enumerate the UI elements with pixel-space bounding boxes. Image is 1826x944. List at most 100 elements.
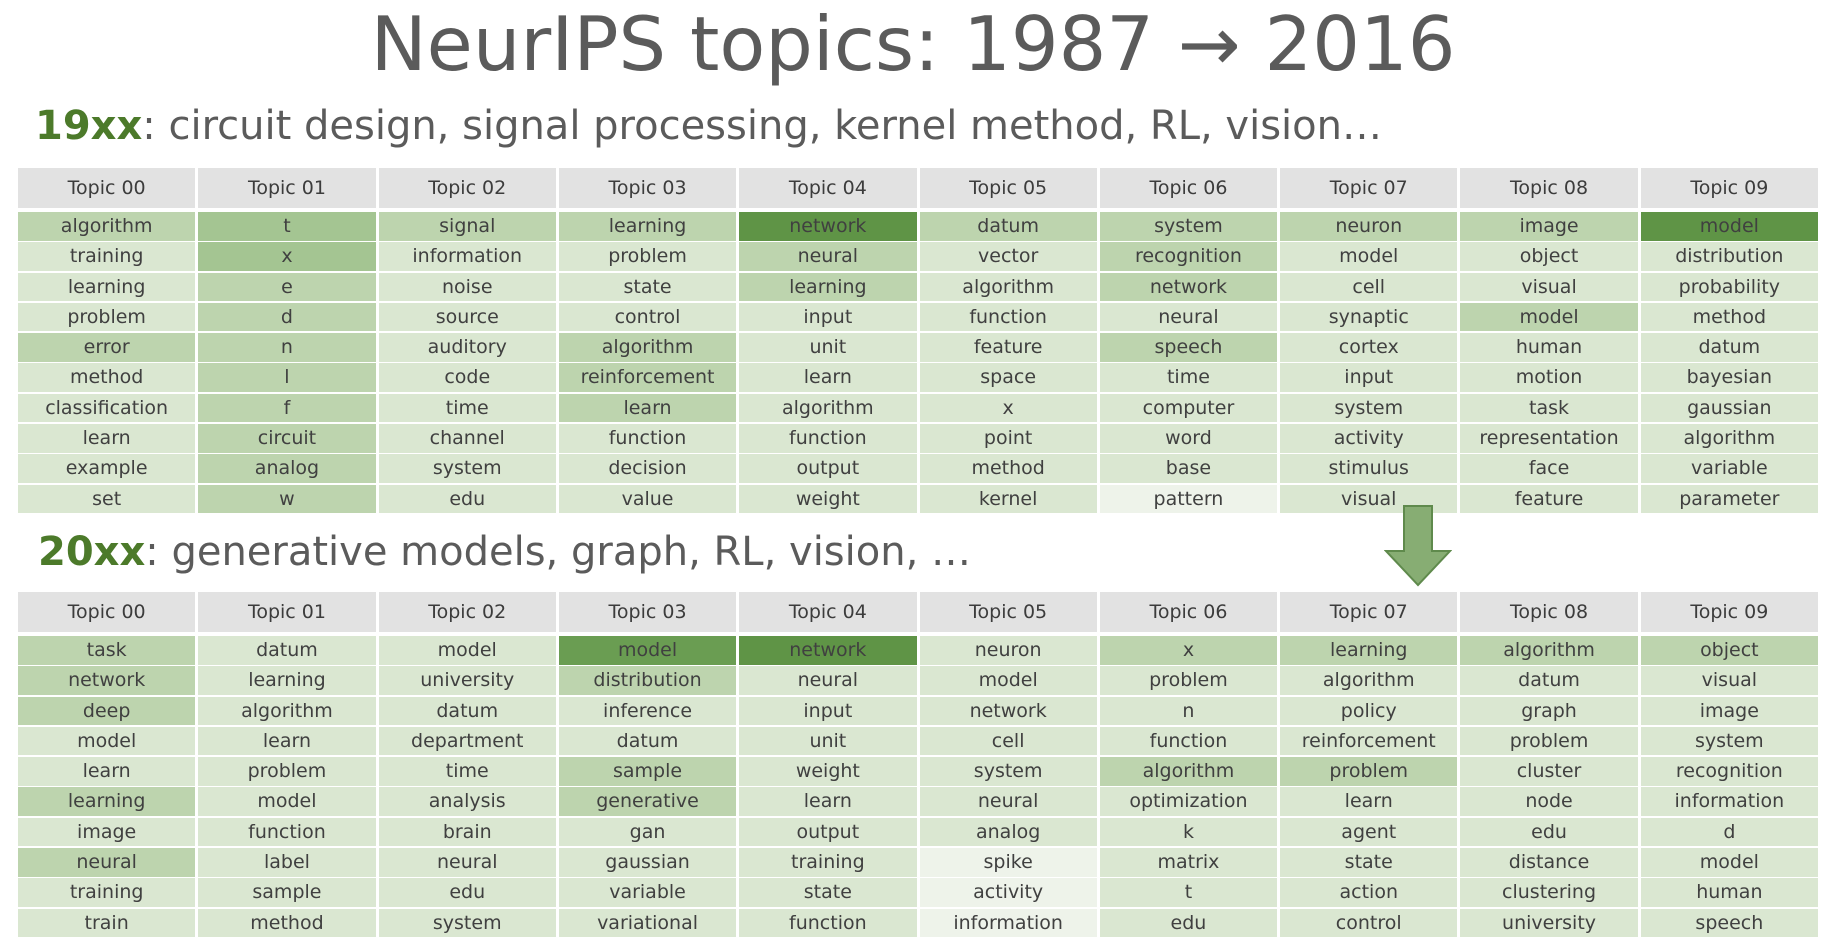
topic-word-cell: x (1099, 636, 1278, 665)
topic-word-cell: time (378, 393, 556, 423)
topic-word-cell: gaussian (1640, 393, 1818, 423)
topic-word-cell: algorithm (558, 333, 737, 362)
topic-word-cell: sample (558, 757, 737, 786)
topic-word-cell: l (198, 363, 376, 392)
topic-header: Topic 01 (198, 592, 376, 632)
topic-column: Topic 07 neuron model cell synaptic cortex inp… (1280, 168, 1458, 515)
topic-word-cell: auditory (378, 333, 556, 362)
topic-word-cell: recognition (1640, 757, 1818, 786)
topic-word-cell: method (198, 908, 376, 938)
topic-word-cell: set (18, 484, 196, 514)
topic-header: Topic 07 (1280, 592, 1458, 632)
topic-header: Topic 03 (558, 168, 737, 208)
topic-word-cell: learn (1280, 787, 1458, 816)
topic-word-cell: policy (1280, 696, 1458, 726)
topic-word-cell: model (1280, 242, 1458, 271)
topic-word-cell: code (378, 363, 556, 392)
topic-word-cell: label (198, 848, 376, 877)
topic-word-cell: error (18, 333, 196, 362)
topic-word-cell: learn (18, 424, 196, 453)
topic-word-cell: probability (1640, 272, 1818, 302)
topic-word-cell: neural (18, 848, 196, 877)
topic-word-cell: model (1640, 848, 1818, 877)
topic-word-cell: motion (1460, 363, 1638, 392)
topic-word-cell: problem (1280, 757, 1458, 786)
topic-word-cell: learn (739, 787, 917, 816)
topic-word-cell: base (1099, 454, 1278, 483)
topic-word-cell: weight (739, 484, 917, 514)
slide-title: NeurIPS topics: 1987 → 2016 (370, 0, 1456, 88)
topic-word-cell: distance (1460, 848, 1638, 877)
topic-word-cell: classification (18, 393, 196, 423)
topic-word-cell: node (1460, 787, 1638, 816)
topic-word-cell: algorithm (1460, 636, 1638, 665)
topic-word-cell: control (1280, 908, 1458, 938)
topic-column: Topic 05 datum vector algorithm function feat… (919, 168, 1097, 515)
topic-word-cell: learn (198, 726, 376, 756)
topic-word-cell: w (198, 484, 376, 514)
topic-column: Topic 08 algorithm datum graph problem cluste… (1460, 592, 1638, 939)
topic-word-cell: edu (1099, 908, 1278, 938)
topic-word-cell: bayesian (1640, 363, 1818, 392)
topic-word-cell: algorithm (198, 696, 376, 726)
topic-word-cell: neural (378, 848, 556, 877)
topic-word-cell: cell (919, 726, 1097, 756)
topic-header: Topic 04 (739, 168, 917, 208)
topic-word-cell: algorithm (919, 272, 1097, 302)
topic-word-cell: matrix (1099, 848, 1278, 877)
topic-word-cell: method (919, 454, 1097, 483)
topic-word-cell: unit (739, 726, 917, 756)
topic-word-cell: x (198, 242, 376, 271)
topic-word-cell: algorithm (1280, 666, 1458, 695)
topic-word-cell: information (378, 242, 556, 271)
topic-word-cell: learn (18, 757, 196, 786)
topic-word-cell: object (1640, 636, 1818, 665)
topic-word-cell: output (739, 817, 917, 847)
topic-word-cell: variational (558, 908, 737, 938)
topic-column: Topic 05 neuron model network cell system neur… (919, 592, 1097, 939)
topic-word-cell: neural (739, 242, 917, 271)
topic-header: Topic 09 (1640, 168, 1818, 208)
topic-word-cell: problem (1460, 726, 1638, 756)
topic-word-cell: value (558, 484, 737, 514)
topic-header: Topic 04 (739, 592, 917, 632)
topic-word-cell: function (919, 302, 1097, 332)
topic-word-cell: recognition (1099, 242, 1278, 271)
topic-word-cell: circuit (198, 424, 376, 453)
section-heading-20xx: 20xx: generative models, graph, RL, visi… (38, 527, 971, 577)
topic-word-cell: decision (558, 454, 737, 483)
topic-word-cell: action (1280, 878, 1458, 907)
era-label: 19xx (35, 103, 143, 149)
topic-word-cell: training (18, 242, 196, 271)
topic-word-cell: d (1640, 817, 1818, 847)
topic-word-cell: input (739, 302, 917, 332)
topic-word-cell: system (1099, 212, 1278, 241)
topic-word-cell: visual (1640, 666, 1818, 695)
topic-column: Topic 03 model distribution inference datum s… (558, 592, 737, 939)
topic-word-cell: distribution (1640, 242, 1818, 271)
topic-word-cell: learning (18, 787, 196, 816)
topic-word-cell: task (18, 636, 196, 665)
topic-word-cell: optimization (1099, 787, 1278, 816)
topic-word-cell: control (558, 302, 737, 332)
topic-word-cell: k (1099, 817, 1278, 847)
topic-word-cell: n (198, 333, 376, 362)
topic-word-cell: gaussian (558, 848, 737, 877)
topic-word-cell: activity (1280, 424, 1458, 453)
topic-word-cell: e (198, 272, 376, 302)
topic-column: Topic 09 model distribution probability meth… (1640, 168, 1818, 515)
era-label: 20xx (38, 529, 146, 575)
topic-word-cell: algorithm (1640, 424, 1818, 453)
topic-word-cell: input (1280, 363, 1458, 392)
topic-word-cell: f (198, 393, 376, 423)
topic-word-cell: function (198, 817, 376, 847)
topic-header: Topic 06 (1099, 592, 1278, 632)
topic-column: Topic 00 algorithm training learning problem… (18, 168, 196, 515)
topic-word-cell: system (378, 454, 556, 483)
topic-word-cell: activity (919, 878, 1097, 907)
topic-word-cell: human (1460, 333, 1638, 362)
topic-word-cell: face (1460, 454, 1638, 483)
topic-column: Topic 09 object visual image system recogniti… (1640, 592, 1818, 939)
topic-word-cell: neural (1099, 302, 1278, 332)
topic-word-cell: cortex (1280, 333, 1458, 362)
